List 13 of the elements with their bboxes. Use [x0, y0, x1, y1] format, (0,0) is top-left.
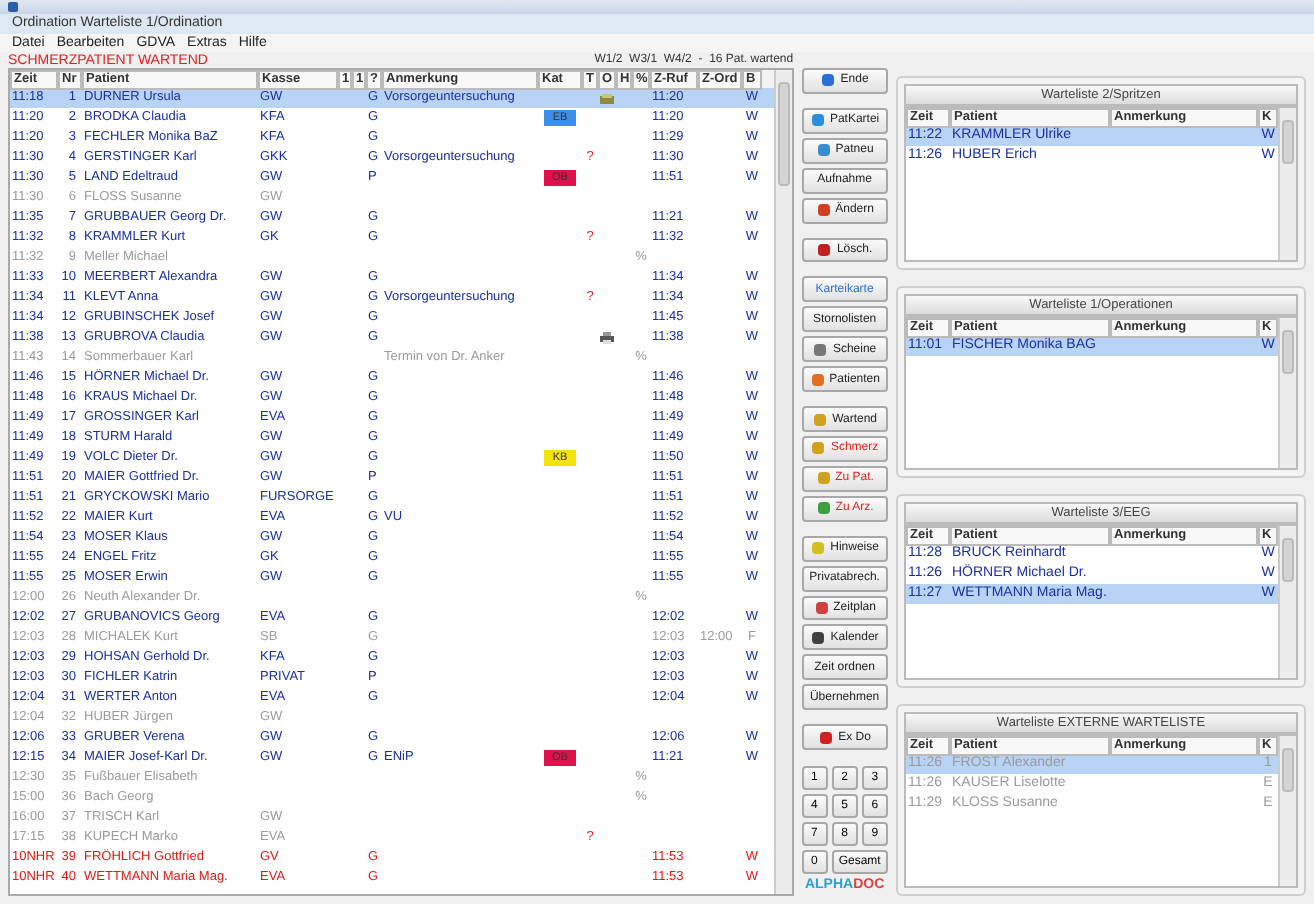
button-icon [810, 540, 827, 557]
printer-icon [600, 332, 614, 344]
button-icon [820, 72, 837, 89]
button-icon [815, 202, 832, 219]
button-icon [818, 729, 835, 746]
scrollbar[interactable] [1278, 526, 1296, 677]
scrollbar[interactable] [1278, 108, 1296, 259]
tray-icon [600, 93, 614, 103]
app-icon [8, 2, 18, 12]
scrollbar[interactable] [1278, 735, 1296, 886]
button-icon [816, 241, 833, 258]
scrollbar[interactable] [773, 70, 792, 894]
scrollbar[interactable] [1278, 317, 1296, 468]
